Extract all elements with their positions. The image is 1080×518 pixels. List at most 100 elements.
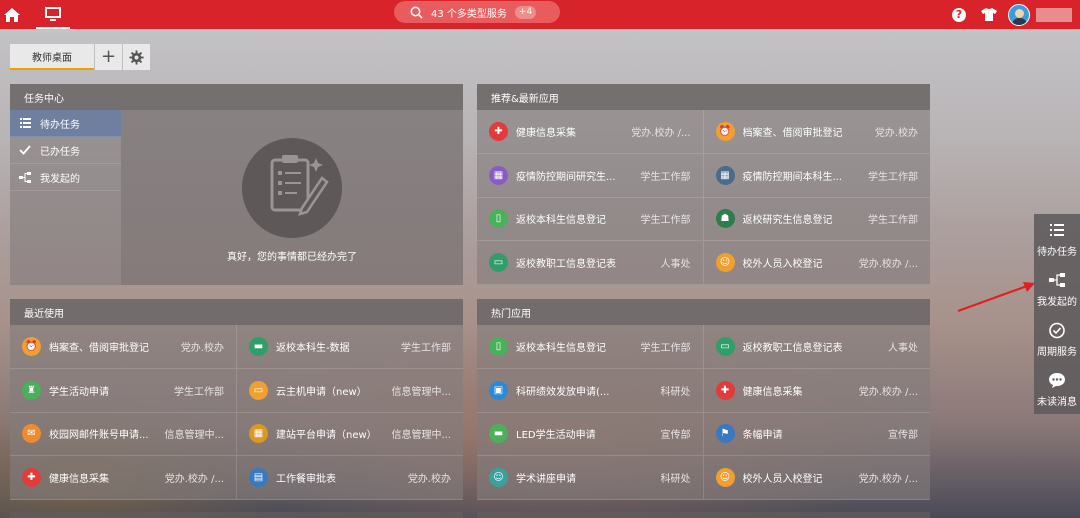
app-name: 条幅申请 — [742, 430, 783, 442]
recommended-apps-title: 推荐&最新应用 — [477, 84, 930, 110]
app-name: 返校教职工信息登记表 — [742, 342, 843, 354]
help-icon[interactable]: ? — [952, 7, 966, 22]
tshirt-icon[interactable] — [980, 7, 998, 22]
quick-item-label: 我发起的 — [1037, 297, 1077, 308]
app-tile[interactable]: ⚑ 条幅申请 宣传部 — [703, 413, 930, 457]
app-tile[interactable]: ▬ LED学生活动申请 宣传部 — [477, 412, 704, 457]
app-department: 学生工作部 — [174, 386, 224, 398]
app-tile[interactable]: ▤ 工作餐审批表 党办.校办 — [237, 456, 463, 500]
app-tile[interactable]: ☺ 校外人员入校登记 党办.校办 /... — [703, 456, 930, 500]
hot-apps-panel: 热门应用 ▯ 返校本科生信息登记 学生工作部 ▭ 返校教职工信息登记表 人事处 ▣ 科研绩… — [477, 299, 930, 500]
app-department: 科研处 — [660, 474, 691, 486]
app-name: LED学生活动申请 — [516, 430, 596, 442]
next-panel-edge-right — [477, 512, 930, 518]
plus-icon: + — [100, 46, 117, 67]
app-tile[interactable]: ▯ 返校本科生信息登记 学生工作部 — [477, 197, 704, 242]
flow-icon — [1049, 270, 1065, 290]
graduate-icon: ☗ — [715, 209, 735, 229]
settings-button[interactable] — [123, 44, 150, 70]
alarm-clock-icon: ⏰ — [715, 121, 735, 141]
app-department: 人事处 — [660, 259, 691, 271]
building-icon: ▦ — [715, 165, 735, 185]
app-department: 党办.校办 /... — [858, 386, 918, 398]
top-navigation-bar: 43 个多类型服务 +4 ? — [0, 0, 1080, 29]
app-name: 校外人员入校登记 — [742, 259, 823, 271]
list-icon — [18, 118, 32, 128]
app-name: 建站平台申请（new） — [276, 430, 377, 442]
home-button[interactable] — [0, 0, 24, 29]
app-department: 宣传部 — [888, 430, 918, 442]
quick-periodic-services[interactable]: 周期服务 — [1034, 314, 1080, 364]
phone-icon: ▯ — [489, 209, 508, 229]
phone-icon: ▯ — [489, 336, 508, 356]
check-icon — [18, 145, 32, 155]
add-tab-button[interactable]: + — [95, 44, 122, 70]
app-name: 返校本科生信息登记 — [516, 342, 606, 354]
service-search-box[interactable]: 43 个多类型服务 +4 — [394, 1, 560, 23]
document-icon: ▤ — [249, 468, 268, 488]
app-name: 档案查、借阅审批登记 — [49, 342, 149, 354]
app-department: 学生工作部 — [401, 342, 451, 354]
alarm-clock-icon: ⏰ — [22, 336, 41, 356]
quick-todo-tasks[interactable]: 待办任务 — [1034, 214, 1080, 264]
user-avatar[interactable] — [1008, 3, 1030, 26]
list-icon — [1050, 220, 1064, 240]
next-panel-edge-left — [10, 512, 463, 518]
red-cross-icon: ✚ — [22, 468, 41, 488]
app-department: 学生工作部 — [640, 171, 691, 183]
app-department: 学生工作部 — [868, 171, 918, 183]
app-tile[interactable]: ▭ 返校教职工信息登记表 人事处 — [703, 325, 930, 369]
box-icon: ▣ — [489, 380, 508, 400]
app-tile[interactable]: ⏰ 档案查、借阅审批登记 党办.校办 — [10, 325, 237, 369]
app-tile[interactable]: ✉ 校园网邮件账号申请... 信息管理中... — [10, 412, 237, 457]
app-department: 党办.校办 /... — [164, 474, 224, 486]
app-tile[interactable]: ▦ 疫情防控期间本科生... 学生工作部 — [703, 154, 930, 198]
red-cross-icon: ✚ — [489, 121, 508, 141]
tab-teacher-desktop[interactable]: 教师桌面 — [10, 44, 94, 70]
quick-access-bar: 待办任务 我发起的 周期服务 未读消息 — [1034, 214, 1080, 414]
monitor-icon: ▭ — [249, 380, 268, 400]
app-tile[interactable]: ✚ 健康信息采集 党办.校办 /... — [477, 110, 704, 154]
quick-initiated[interactable]: 我发起的 — [1034, 264, 1080, 314]
app-tile[interactable]: ▦ 建站平台申请（new） 信息管理中... — [237, 413, 463, 457]
app-tile[interactable]: ▬ 返校本科生-数据 学生工作部 — [237, 325, 463, 369]
desktop-button[interactable] — [36, 0, 70, 29]
shield-check-icon — [1049, 320, 1065, 340]
search-icon — [410, 6, 423, 19]
user-name-redacted[interactable] — [1036, 7, 1072, 22]
app-tile[interactable]: ⏰ 档案查、借阅审批登记 党办.校办 — [703, 110, 930, 154]
task-center-panel: 任务中心 待办任务 已办任务 我发起的 真好，您的事情都已经办完了 — [10, 84, 463, 285]
empty-message: 真好，您的事情都已经办完了 — [227, 252, 357, 263]
task-item-todo[interactable]: 待办任务 — [10, 110, 121, 137]
app-tile[interactable]: ♜ 学生活动申请 学生工作部 — [10, 368, 237, 413]
app-tile[interactable]: ▭ 云主机申请（new） 信息管理中... — [237, 369, 463, 413]
new-services-badge: +4 — [514, 5, 537, 19]
app-tile[interactable]: ▭ 返校教职工信息登记表 人事处 — [477, 241, 704, 285]
app-name: 校园网邮件账号申请... — [49, 430, 149, 442]
bus-icon: ▬ — [249, 336, 268, 356]
app-name: 校外人员入校登记 — [742, 474, 823, 486]
hot-apps-grid: ▯ 返校本科生信息登记 学生工作部 ▭ 返校教职工信息登记表 人事处 ▣ 科研绩效发放申请… — [477, 325, 930, 500]
app-name: 返校本科生信息登记 — [516, 215, 606, 227]
app-department: 党办.校办 — [874, 127, 918, 139]
app-tile[interactable]: ▣ 科研绩效发放申请(... 科研处 — [477, 368, 704, 413]
app-tile[interactable]: ▦ 疫情防控期间研究生... 学生工作部 — [477, 153, 704, 198]
id-card-icon: ▭ — [715, 336, 735, 356]
app-department: 党办.校办 /... — [858, 259, 918, 271]
lecturer-icon: ☺ — [489, 468, 508, 488]
app-tile[interactable]: ✚ 健康信息采集 党办.校办 /... — [703, 369, 930, 413]
task-item-initiated[interactable]: 我发起的 — [10, 164, 121, 191]
quick-unread-messages[interactable]: 未读消息 — [1034, 364, 1080, 414]
app-tile[interactable]: ☺ 学术讲座申请 科研处 — [477, 456, 704, 500]
mail-icon: ✉ — [22, 424, 41, 444]
app-name: 云主机申请（new） — [276, 386, 367, 398]
app-tile[interactable]: ☗ 返校研究生信息登记 学生工作部 — [703, 198, 930, 242]
task-item-done[interactable]: 已办任务 — [10, 137, 121, 164]
app-tile[interactable]: ☺ 校外人员入校登记 党办.校办 /... — [703, 241, 930, 285]
app-tile[interactable]: ▯ 返校本科生信息登记 学生工作部 — [477, 325, 704, 369]
id-card-icon: ▭ — [489, 253, 508, 273]
annotation-arrow — [957, 282, 1035, 313]
app-department: 党办.校办 — [180, 342, 224, 354]
app-tile[interactable]: ✚ 健康信息采集 党办.校办 /... — [10, 456, 237, 500]
recent-apps-grid: ⏰ 档案查、借阅审批登记 党办.校办 ▬ 返校本科生-数据 学生工作部 ♜ 学生活动申请学… — [10, 325, 463, 500]
